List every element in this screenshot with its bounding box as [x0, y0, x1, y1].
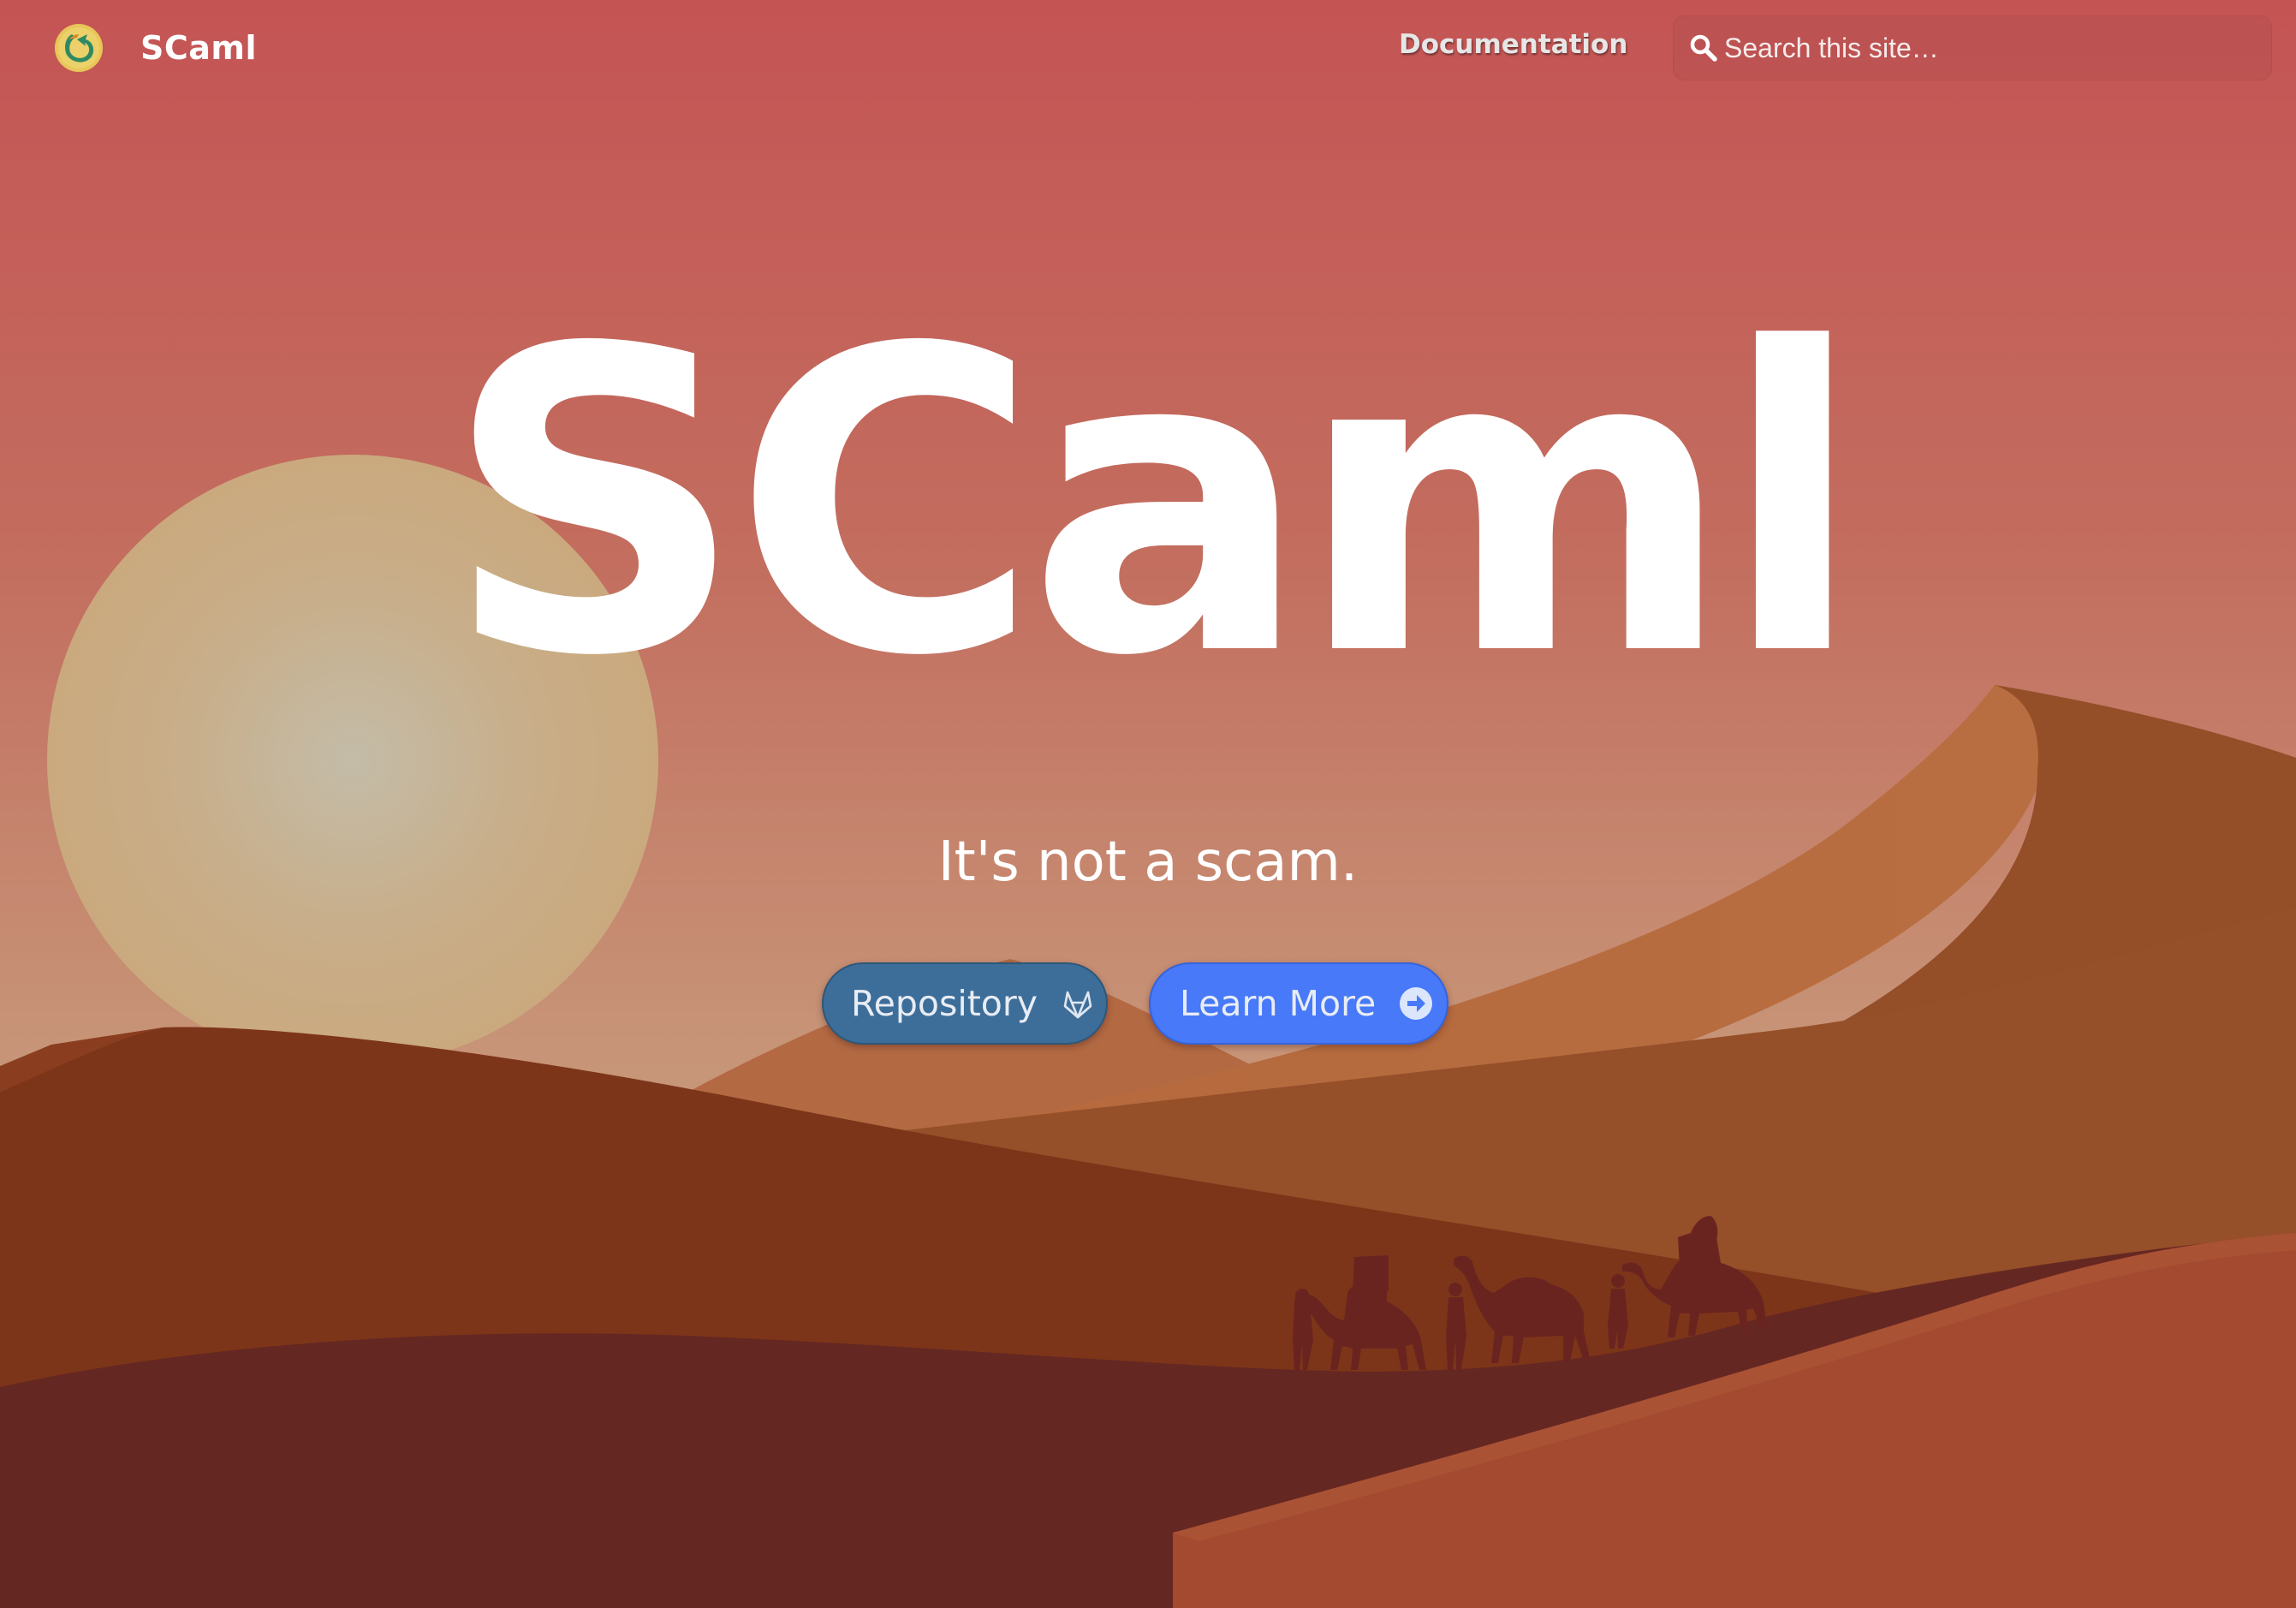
- scaml-logo-icon: [55, 24, 103, 72]
- repository-button[interactable]: Repository: [822, 962, 1108, 1045]
- learn-more-button-label: Learn More: [1180, 983, 1377, 1024]
- search-input[interactable]: [1724, 32, 2272, 64]
- learn-more-button[interactable]: Learn More: [1149, 962, 1448, 1045]
- search-box: [1673, 15, 2272, 80]
- gitlab-icon: [1063, 991, 1092, 1019]
- repository-button-label: Repository: [851, 983, 1038, 1024]
- nav-link-documentation[interactable]: Documentation: [1399, 29, 1627, 60]
- brand-home-link[interactable]: SCaml: [53, 21, 257, 75]
- arrow-circle-right-icon: [1400, 987, 1433, 1020]
- page-root: SCaml Documentation SCaml It's not a sca…: [0, 0, 2296, 1608]
- hero-subtitle: It's not a scam.: [937, 831, 1359, 894]
- top-navbar: SCaml Documentation: [0, 0, 2296, 96]
- hero-title: SCaml: [443, 261, 1865, 747]
- desert-background: [0, 0, 2296, 1608]
- brand-name: SCaml: [140, 29, 258, 67]
- search-icon: [1690, 34, 1717, 62]
